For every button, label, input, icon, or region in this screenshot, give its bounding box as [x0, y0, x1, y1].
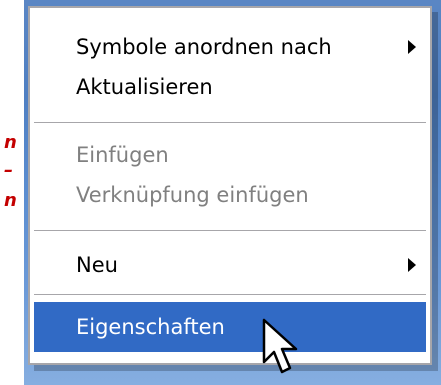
menu-item-label: Aktualisieren	[76, 75, 213, 99]
menu-item-label: Symbole anordnen nach	[76, 35, 332, 59]
menu-item-label: Einfügen	[76, 143, 169, 167]
annotation-glyph: –	[4, 160, 13, 181]
background-annotation-strip: n – n	[0, 0, 24, 385]
menu-separator	[34, 230, 426, 232]
mouse-cursor-icon	[262, 318, 298, 374]
menu-item-label: Verknüpfung einfügen	[76, 183, 309, 207]
annotation-glyph: n	[4, 132, 17, 153]
submenu-arrow-icon	[408, 258, 416, 272]
menu-separator	[34, 122, 426, 124]
menu-item-properties[interactable]: Eigenschaften	[34, 302, 426, 352]
menu-separator	[34, 294, 426, 296]
menu-item-new[interactable]: Neu	[34, 240, 426, 290]
submenu-arrow-icon	[408, 40, 416, 54]
desktop-context-menu: Symbole anordnen nach Aktualisieren Einf…	[28, 6, 432, 365]
menu-item-refresh[interactable]: Aktualisieren	[34, 62, 426, 112]
annotation-glyph: n	[4, 190, 17, 211]
menu-item-paste-shortcut: Verknüpfung einfügen	[34, 170, 426, 220]
menu-item-label: Neu	[76, 253, 118, 277]
menu-item-label: Eigenschaften	[76, 315, 225, 339]
